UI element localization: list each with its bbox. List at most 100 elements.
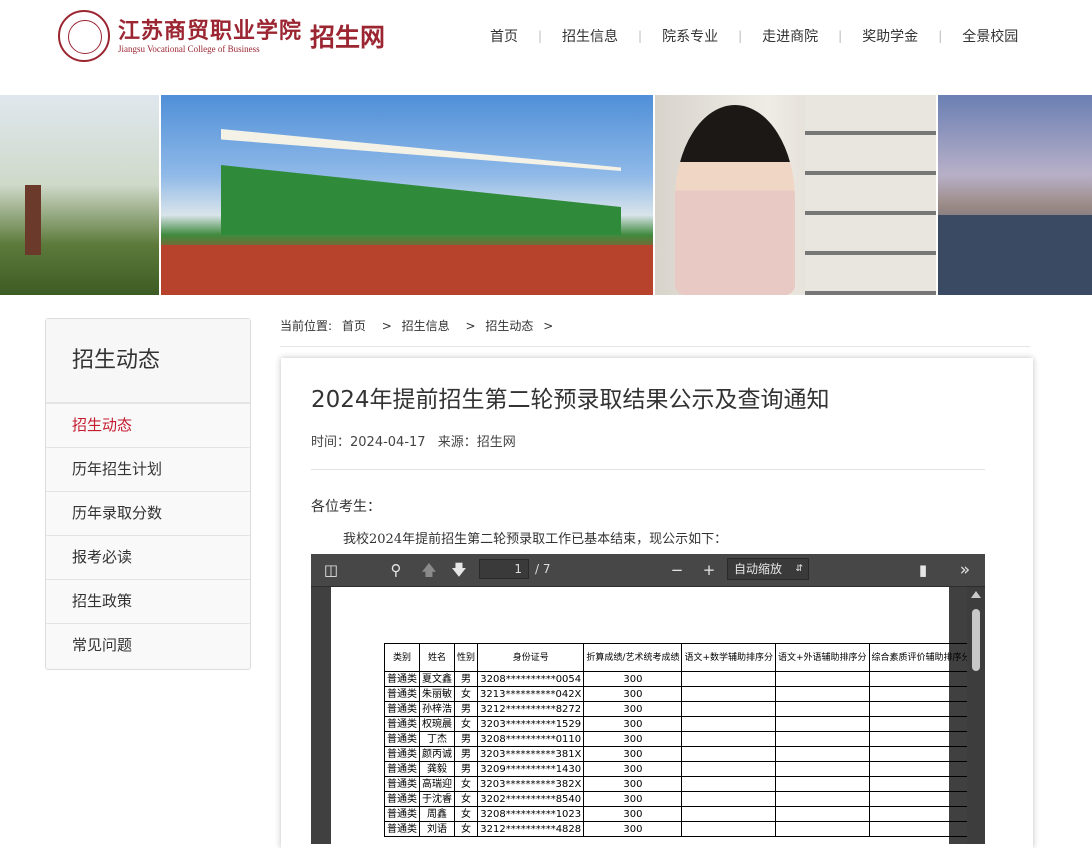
scroll-thumb[interactable]	[972, 609, 980, 671]
site-header: 江苏商贸职业学院 Jiangsu Vocational College of B…	[0, 0, 1092, 95]
table-cell: 女	[453, 686, 479, 702]
breadcrumb-separator: >	[543, 319, 554, 333]
breadcrumb-admissions-info[interactable]: 招生信息	[402, 319, 450, 333]
logo-english-name: Jiangsu Vocational College of Business	[118, 43, 260, 54]
zoom-value: 自动缩放	[734, 562, 783, 576]
table-cell	[775, 791, 870, 807]
bookmark-icon[interactable]: ▮	[913, 560, 933, 580]
table-row: 普通类 周鑫女 3208**********1023 300	[384, 806, 974, 822]
table-cell	[681, 701, 776, 717]
table-cell: 男	[453, 761, 479, 777]
table-cell: 女	[453, 776, 479, 792]
nav-admissions-info[interactable]: 招生信息	[542, 26, 638, 46]
table-cell: 男	[453, 701, 479, 717]
nav-campus-panorama[interactable]: 全景校园	[942, 26, 1038, 46]
table-cell: 普通类	[384, 731, 420, 747]
college-logo[interactable]: 江苏商贸职业学院 Jiangsu Vocational College of B…	[58, 8, 388, 64]
table-cell: 普通类	[384, 701, 420, 717]
zoom-in-icon[interactable]: +	[699, 560, 719, 580]
nav-departments[interactable]: 院系专业	[642, 26, 738, 46]
sidebar-item-faq[interactable]: 常见问题	[46, 624, 250, 667]
table-header-row: 类别 姓名 性别 身份证号 折算成绩/艺术统考成绩 语文+数学辅助排序分 语文+…	[384, 643, 974, 672]
table-cell: 300	[583, 731, 683, 747]
article-card: 2024年提前招生第二轮预录取结果公示及查询通知 时间：2024-04-17 来…	[281, 358, 1033, 848]
sidebar-item-admission-scores[interactable]: 历年录取分数	[46, 492, 250, 536]
pdf-scrollbar[interactable]	[967, 587, 985, 844]
arrow-down-icon[interactable]: 🡇	[449, 560, 469, 580]
zoom-out-icon[interactable]: −	[667, 560, 687, 580]
table-cell: 刘语	[419, 821, 455, 837]
table-cell: 普通类	[384, 746, 420, 762]
table-cell	[775, 686, 870, 702]
breadcrumb-separator: >	[465, 319, 476, 333]
nav-home[interactable]: 首页	[470, 26, 538, 46]
breadcrumb-home[interactable]: 首页	[342, 319, 366, 333]
table-cell: 普通类	[384, 806, 420, 822]
nav-scholarships[interactable]: 奖助学金	[842, 26, 938, 46]
pdf-toolbar: ◫ ⚲ 🡅 🡇 1 / 7 − + 自动缩放 ⇵ ▮ »	[311, 554, 985, 587]
table-cell: 颜丙诚	[419, 746, 455, 762]
breadcrumb-admission-news[interactable]: 招生动态	[485, 319, 533, 333]
column-header: 语文+外语辅助排序分	[775, 643, 870, 672]
article-paragraph: 我校2024年提前招生第二轮预录取工作已基本结束，现公示如下：	[343, 532, 728, 547]
sidebar-item-admission-news[interactable]: 招生动态	[46, 404, 250, 448]
table-cell: 高瑞迎	[419, 776, 455, 792]
table-cell: 男	[453, 746, 479, 762]
table-cell	[868, 701, 974, 717]
campus-banner	[0, 95, 1092, 295]
table-cell: 300	[583, 716, 683, 732]
table-cell: 300	[583, 806, 683, 822]
chevron-updown-icon: ⇵	[795, 564, 803, 574]
table-cell: 3203**********381X	[477, 746, 585, 762]
table-cell	[775, 761, 870, 777]
table-cell: 女	[453, 821, 479, 837]
table-cell: 3212**********8272	[477, 701, 585, 717]
more-icon[interactable]: »	[955, 560, 975, 580]
nav-about-college[interactable]: 走进商院	[742, 26, 838, 46]
table-cell: 女	[453, 716, 479, 732]
sidebar-item-application-guide[interactable]: 报考必读	[46, 536, 250, 580]
article-title: 2024年提前招生第二轮预录取结果公示及查询通知	[311, 387, 830, 413]
sidebar-item-enrollment-plans[interactable]: 历年招生计划	[46, 448, 250, 492]
table-cell: 300	[583, 821, 683, 837]
breadcrumb: 当前位置: 首页 > 招生信息 > 招生动态 >	[280, 318, 1030, 347]
table-cell	[868, 671, 974, 687]
table-cell	[681, 671, 776, 687]
zoom-select[interactable]: 自动缩放 ⇵	[727, 558, 809, 580]
table-cell: 周鑫	[419, 806, 455, 822]
table-cell	[681, 791, 776, 807]
pdf-page: 类别 姓名 性别 身份证号 折算成绩/艺术统考成绩 语文+数学辅助排序分 语文+…	[331, 587, 974, 844]
table-body: 普通类 夏文鑫男 3208**********0054 300 普通类 朱丽敏女 3213*…	[384, 671, 974, 837]
pdf-viewer[interactable]: ◫ ⚲ 🡅 🡇 1 / 7 − + 自动缩放 ⇵ ▮ » 类别 姓名 性别 身份…	[311, 554, 985, 844]
table-cell: 普通类	[384, 716, 420, 732]
banner-photo-library	[655, 95, 936, 295]
table-cell: 300	[583, 671, 683, 687]
table-cell	[868, 686, 974, 702]
column-header: 身份证号	[477, 643, 585, 672]
table-cell	[775, 716, 870, 732]
article-greeting: 各位考生：	[311, 499, 381, 515]
table-cell: 女	[453, 791, 479, 807]
sidebar-item-admission-policy[interactable]: 招生政策	[46, 580, 250, 624]
table-cell	[681, 716, 776, 732]
table-cell	[775, 776, 870, 792]
table-cell	[681, 776, 776, 792]
scroll-up-arrow-icon[interactable]	[971, 591, 981, 598]
article-date: 时间：2024-04-17	[311, 435, 426, 450]
table-cell	[681, 761, 776, 777]
column-header: 类别	[384, 643, 420, 672]
table-cell	[681, 806, 776, 822]
table-cell: 夏文鑫	[419, 671, 455, 687]
table-cell	[775, 731, 870, 747]
table-cell: 3212**********4828	[477, 821, 585, 837]
table-cell: 普通类	[384, 821, 420, 837]
table-row: 普通类 颜丙诚男 3203**********381X 300	[384, 746, 974, 762]
search-icon[interactable]: ⚲	[386, 560, 406, 580]
arrow-up-icon[interactable]: 🡅	[419, 560, 439, 580]
sidebar-toggle-icon[interactable]: ◫	[321, 560, 341, 580]
table-cell: 3208**********0054	[477, 671, 585, 687]
page-number-input[interactable]: 1	[479, 559, 529, 579]
table-cell	[681, 731, 776, 747]
table-cell	[775, 806, 870, 822]
table-cell: 300	[583, 746, 683, 762]
